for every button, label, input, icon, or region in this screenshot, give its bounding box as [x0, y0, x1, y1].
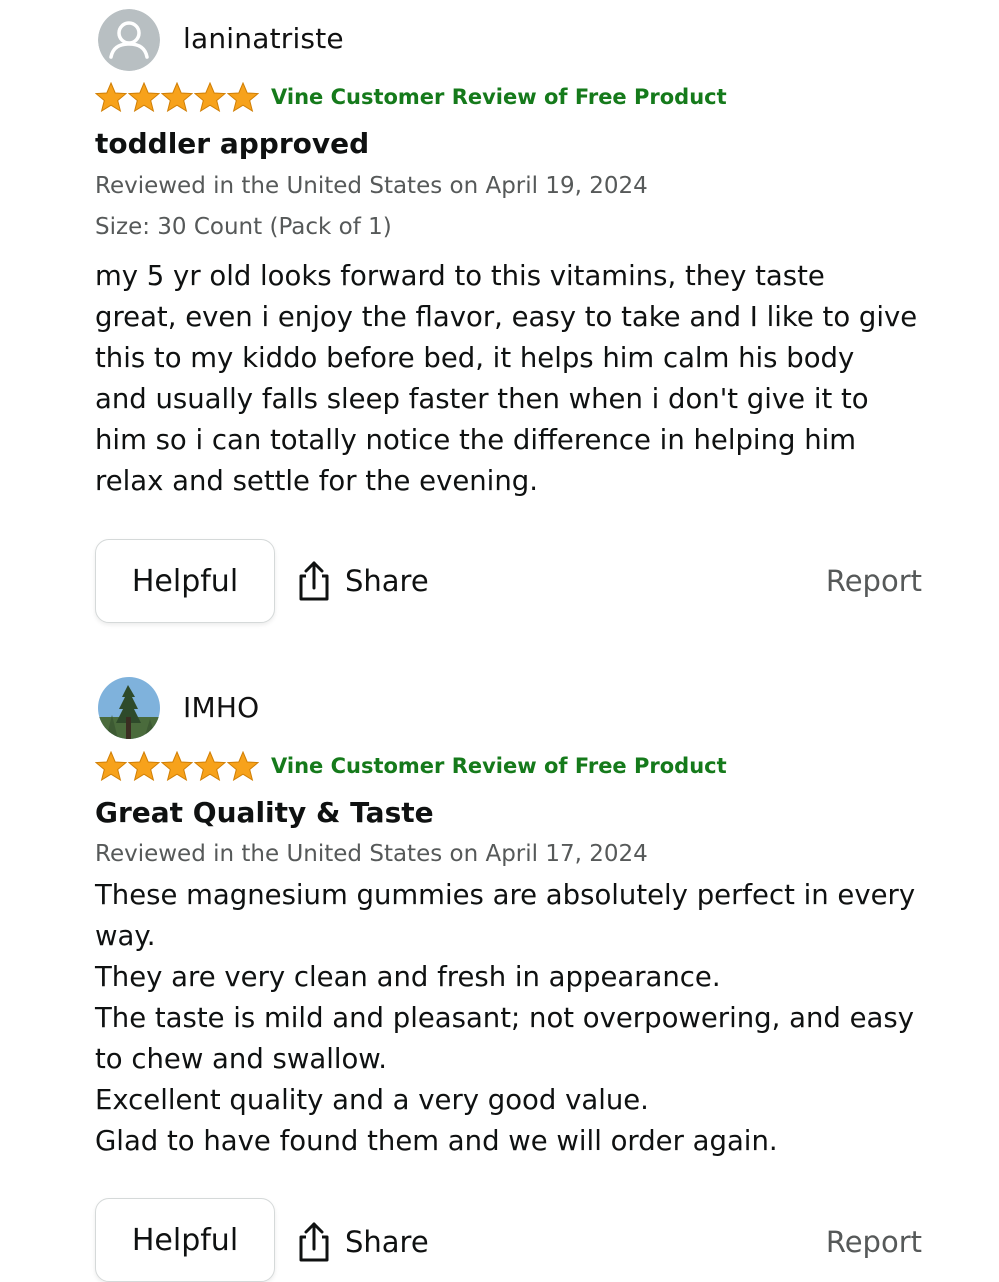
- review-body-line: to chew and swallow.: [95, 1043, 388, 1075]
- share-label: Share: [345, 564, 429, 598]
- star-icon: [194, 751, 226, 781]
- review-body: These magnesium gummies are absolutely p…: [95, 875, 935, 1162]
- review-date: Reviewed in the United States on April 1…: [95, 173, 648, 199]
- star-icon: [227, 751, 259, 781]
- reviewer-name[interactable]: laninatriste: [183, 22, 344, 55]
- reviewer-name[interactable]: IMHO: [183, 691, 259, 724]
- review-body-line: my 5 yr old looks forward to this vitami…: [95, 260, 825, 292]
- star-icon: [227, 82, 259, 112]
- review-body-line: this to my kiddo before bed, it helps hi…: [95, 342, 855, 374]
- vine-badge[interactable]: Vine Customer Review of Free Product: [271, 754, 727, 778]
- review-body-line: Glad to have found them and we will orde…: [95, 1125, 778, 1157]
- star-rating: [95, 751, 260, 781]
- star-icon: [95, 751, 127, 781]
- review-body: my 5 yr old looks forward to this vitami…: [95, 256, 935, 502]
- share-icon: [299, 561, 329, 601]
- star-icon: [95, 82, 127, 112]
- review-date: Reviewed in the United States on April 1…: [95, 841, 648, 867]
- review-card: laninatriste Vine Customer Review of Fre…: [0, 0, 999, 640]
- star-icon: [128, 82, 160, 112]
- report-link[interactable]: Report: [826, 564, 922, 598]
- star-icon: [161, 82, 193, 112]
- tree-photo-avatar[interactable]: [98, 677, 160, 739]
- review-title: toddler approved: [95, 127, 370, 160]
- default-user-avatar-icon[interactable]: [98, 9, 160, 71]
- share-button[interactable]: Share: [297, 559, 429, 603]
- star-rating: [95, 82, 260, 112]
- review-title: Great Quality & Taste: [95, 796, 434, 829]
- report-link[interactable]: Report: [826, 1225, 922, 1259]
- review-body-line: great, even i enjoy the flavor, easy to …: [95, 301, 918, 333]
- review-body-line: and usually falls sleep faster then when…: [95, 383, 869, 415]
- review-size: Size: 30 Count (Pack of 1): [95, 214, 392, 240]
- review-body-line: relax and settle for the evening.: [95, 465, 538, 497]
- review-body-line: way.: [95, 920, 156, 952]
- helpful-button[interactable]: Helpful: [95, 1198, 275, 1282]
- review-body-line: They are very clean and fresh in appeara…: [95, 961, 721, 993]
- review-body-line: Excellent quality and a very good value.: [95, 1084, 649, 1116]
- share-label: Share: [345, 1225, 429, 1259]
- share-icon: [299, 1222, 329, 1262]
- review-body-line: These magnesium gummies are absolutely p…: [95, 879, 916, 911]
- vine-badge[interactable]: Vine Customer Review of Free Product: [271, 85, 727, 109]
- star-icon: [161, 751, 193, 781]
- helpful-button[interactable]: Helpful: [95, 539, 275, 623]
- share-button[interactable]: Share: [297, 1220, 429, 1264]
- star-icon: [128, 751, 160, 781]
- star-icon: [194, 82, 226, 112]
- review-body-line: The taste is mild and pleasant; not over…: [95, 1002, 914, 1034]
- review-body-line: him so i can totally notice the differen…: [95, 424, 857, 456]
